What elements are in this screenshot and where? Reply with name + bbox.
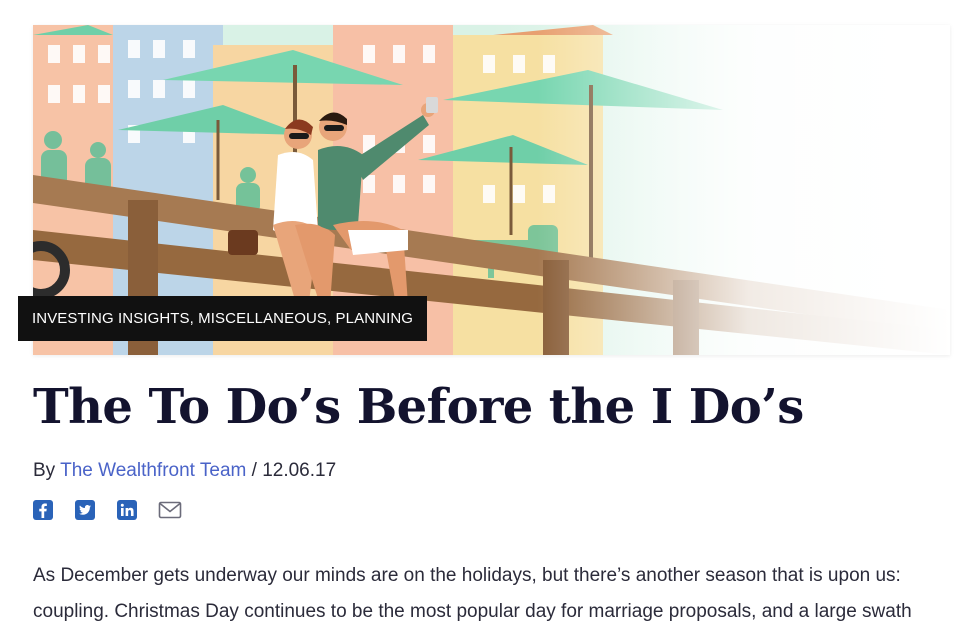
category-label[interactable]: INVESTING INSIGHTS, MISCELLANEOUS, PLANN… bbox=[32, 310, 413, 327]
article-intro-paragraph: As December gets underway our minds are … bbox=[33, 558, 953, 630]
publish-date: 12.06.17 bbox=[262, 460, 337, 481]
paragraph-line-2: coupling. Christmas Day continues to be … bbox=[33, 601, 912, 622]
share-bar bbox=[32, 499, 182, 521]
article-title: The To Do’s Before the I Do’s bbox=[33, 379, 804, 435]
paragraph-line-1: As December gets underway our minds are … bbox=[33, 565, 901, 586]
linkedin-icon[interactable] bbox=[116, 499, 138, 521]
byline-separator: / bbox=[251, 460, 257, 481]
by-prefix: By bbox=[33, 460, 56, 481]
twitter-icon[interactable] bbox=[74, 499, 96, 521]
byline: By The Wealthfront Team / 12.06.17 bbox=[33, 458, 336, 484]
facebook-icon[interactable] bbox=[32, 499, 54, 521]
email-icon[interactable] bbox=[158, 499, 182, 521]
author-link[interactable]: The Wealthfront Team bbox=[60, 460, 246, 481]
category-badge[interactable]: INVESTING INSIGHTS, MISCELLANEOUS, PLANN… bbox=[18, 296, 428, 341]
